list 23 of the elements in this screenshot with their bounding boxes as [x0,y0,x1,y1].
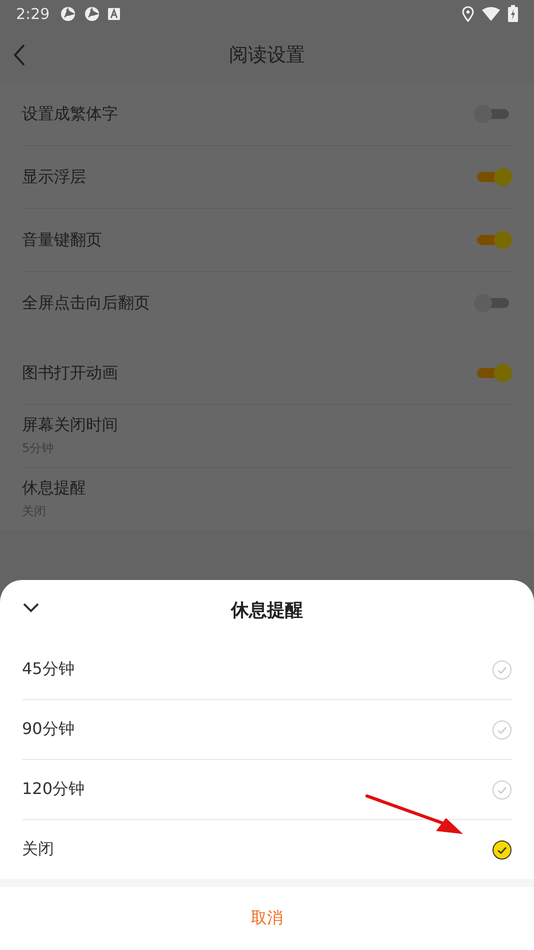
location-icon [462,6,474,22]
setting-label: 图书打开动画 [22,362,118,384]
status-time: 2:29 [16,4,50,22]
setting-label: 音量键翻页 [22,230,102,250]
option-label[interactable]: 90分钟 [22,719,74,740]
page-title: 阅读设置 [229,43,305,68]
aperture-icon [60,6,76,22]
check-icon[interactable] [492,840,512,860]
setting-label: 休息提醒 [22,478,86,499]
sheet-title: 休息提醒 [231,599,303,622]
setting-label: 设置成繁体字 [22,104,118,124]
battery-icon [508,5,518,22]
chevron-down-icon[interactable] [22,602,40,614]
option-label[interactable]: 关闭 [22,839,54,860]
option-label[interactable]: 120分钟 [22,779,85,800]
aperture-icon [84,6,100,22]
setting-label: 屏幕关闭时间 [22,415,118,436]
wifi-icon [482,6,500,20]
setting-label: 全屏点击向后翻页 [22,292,150,314]
back-icon[interactable] [12,43,26,67]
option-label[interactable]: 45分钟 [22,659,74,680]
font-icon [108,8,120,20]
setting-label: 显示浮层 [22,166,86,188]
